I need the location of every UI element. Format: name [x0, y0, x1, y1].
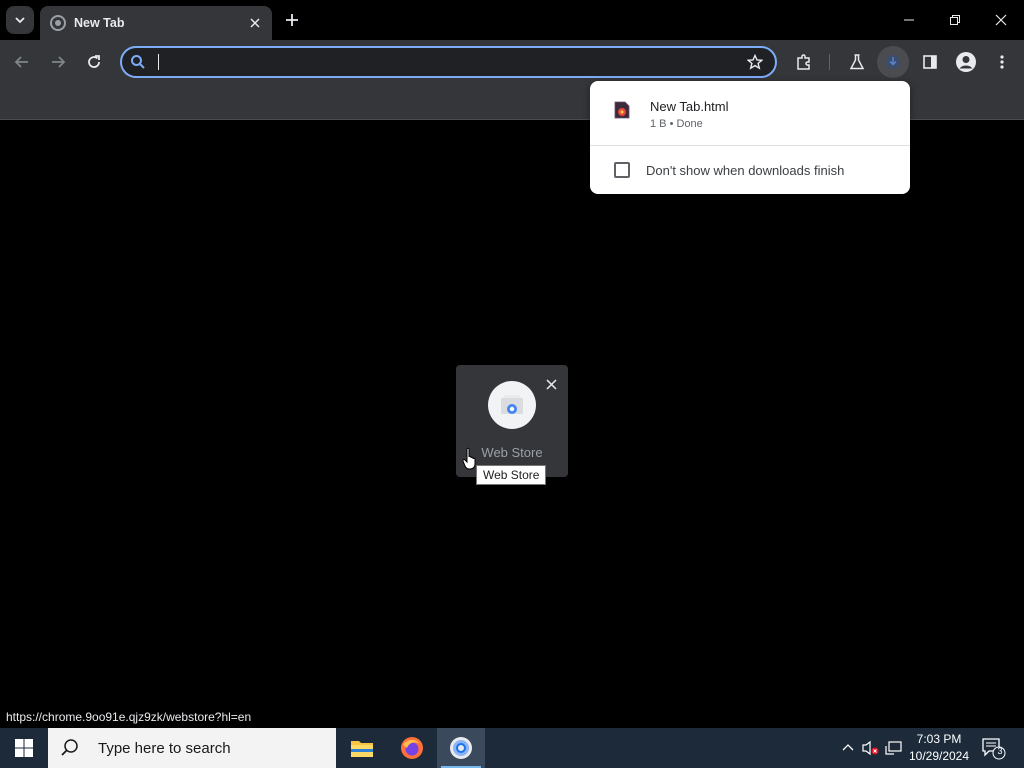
download-icon [886, 55, 900, 69]
web-store-icon [501, 395, 523, 414]
taskbar-search-placeholder: Type here to search [98, 739, 231, 757]
search-icon [126, 50, 150, 74]
toolbar [0, 40, 1024, 84]
download-status: 1 B • Done [650, 118, 703, 130]
close-window-button[interactable] [978, 0, 1024, 40]
taskbar-app-chrome[interactable] [437, 728, 485, 768]
notification-count: 3 [997, 746, 1003, 756]
dont-show-checkbox[interactable] [614, 162, 630, 178]
clock-date: 10/29/2024 [908, 749, 970, 763]
shortcut-icon [488, 381, 536, 429]
windows-logo-icon [15, 739, 33, 757]
tab-search-button[interactable] [6, 6, 34, 34]
start-button[interactable] [0, 728, 48, 768]
address-bar[interactable] [120, 46, 777, 78]
download-item[interactable]: New Tab.html 1 B • Done [590, 81, 910, 145]
close-icon [995, 14, 1007, 26]
arrow-left-icon [14, 56, 28, 68]
chevron-down-icon [15, 17, 25, 24]
tab-title: New Tab [74, 16, 125, 30]
taskbar-clock[interactable]: 7:03 PM 10/29/2024 [906, 731, 972, 765]
arrow-right-icon [52, 56, 66, 68]
clock-time: 7:03 PM [916, 732, 962, 746]
star-icon [747, 54, 763, 70]
profile-button[interactable] [952, 48, 980, 76]
shortcut-tooltip: Web Store [476, 465, 547, 485]
status-bar-url: https://chrome.9oo91e.qjz9zk/webstore?hl… [0, 708, 258, 728]
folder-icon [351, 741, 373, 757]
minimize-button[interactable] [886, 0, 932, 40]
tray-volume-button[interactable] [861, 738, 881, 758]
reload-icon [88, 55, 100, 68]
tray-overflow-button[interactable] [838, 738, 858, 758]
puzzle-icon [797, 54, 810, 70]
taskbar-app-firefox[interactable] [388, 728, 436, 768]
close-icon [250, 18, 260, 28]
download-filename: New Tab.html [650, 99, 729, 114]
screen: New Tab Web Store Web Store New Tab.html… [0, 0, 1024, 768]
dont-show-label: Don't show when downloads finish [646, 162, 845, 178]
downloads-button[interactable] [877, 46, 909, 78]
tray-network-button[interactable] [884, 738, 904, 758]
firefox-icon [401, 737, 423, 759]
more-vert-icon [1000, 55, 1004, 69]
tab-new-tab[interactable]: New Tab [40, 6, 272, 40]
back-button[interactable] [8, 48, 36, 76]
speaker-muted-icon [862, 740, 879, 756]
text-caret [158, 54, 159, 70]
taskbar: Type here to search 7:03 PM 10/29/2024 3 [0, 728, 1024, 768]
hand-cursor-icon [462, 447, 476, 470]
chrome-icon [450, 737, 472, 759]
restore-icon [950, 15, 960, 25]
toolbar-divider [829, 54, 830, 70]
bookmark-star-button[interactable] [741, 48, 769, 76]
side-panel-icon [923, 55, 937, 69]
html-file-icon [614, 101, 630, 119]
flask-icon [849, 54, 865, 70]
restore-button[interactable] [932, 0, 978, 40]
minimize-icon [904, 19, 914, 21]
taskbar-search-box[interactable]: Type here to search [48, 728, 336, 768]
labs-button[interactable] [843, 48, 871, 76]
tab-strip: New Tab [0, 0, 1024, 40]
forward-button[interactable] [44, 48, 72, 76]
dont-show-row[interactable]: Don't show when downloads finish [590, 146, 910, 194]
tab-close-button[interactable] [246, 14, 264, 32]
avatar-icon [956, 52, 976, 72]
close-icon [545, 378, 557, 390]
side-panel-button[interactable] [916, 48, 944, 76]
extensions-button[interactable] [790, 48, 818, 76]
address-input[interactable] [158, 50, 741, 74]
globe-icon [50, 15, 66, 31]
plus-icon [286, 14, 298, 26]
download-bubble: New Tab.html 1 B • Done Don't show when … [590, 81, 910, 194]
search-icon [61, 739, 78, 756]
new-tab-button[interactable] [280, 8, 304, 32]
notification-center-button[interactable]: 3 [980, 736, 1006, 760]
chevron-up-icon [842, 744, 854, 751]
network-icon [885, 741, 902, 755]
reload-button[interactable] [80, 48, 108, 76]
menu-button[interactable] [988, 48, 1016, 76]
taskbar-app-file-explorer[interactable] [338, 728, 386, 768]
shortcut-remove-button[interactable] [542, 375, 560, 393]
